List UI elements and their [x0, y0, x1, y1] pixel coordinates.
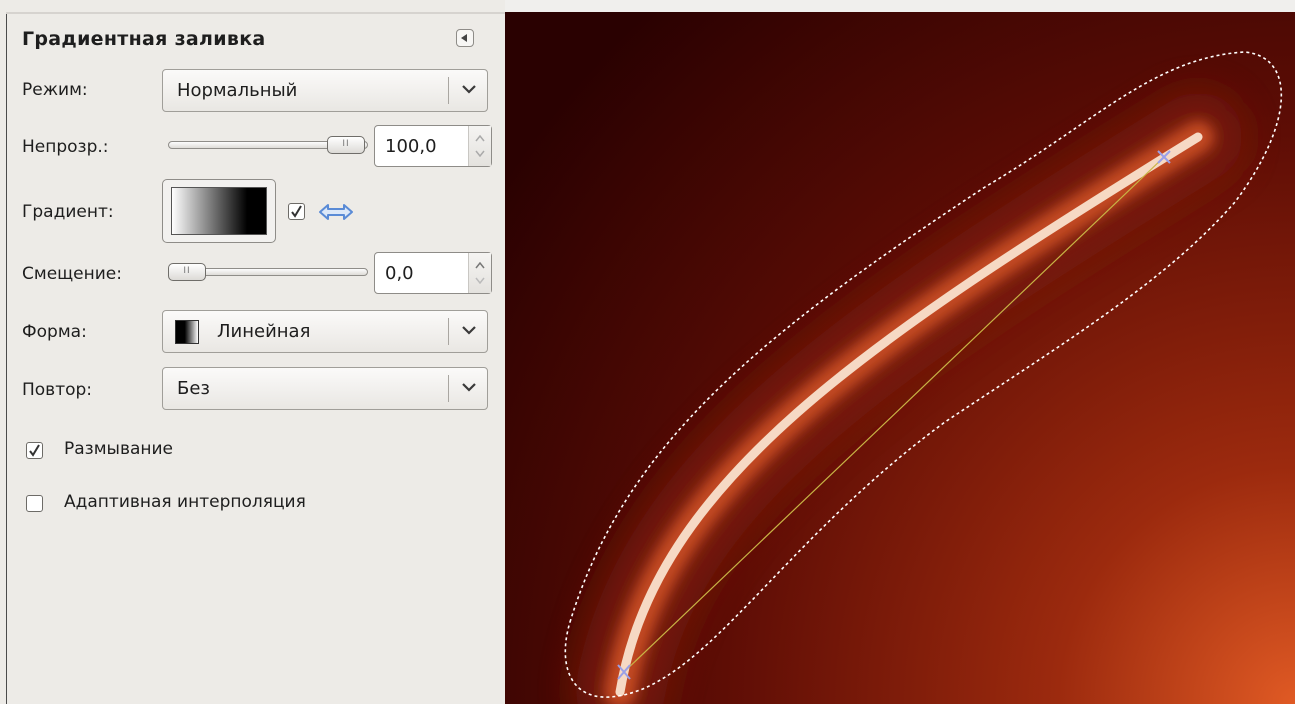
- canvas-top-strip: [505, 0, 1295, 12]
- spin-up-icon[interactable]: [475, 135, 485, 142]
- chevron-down-icon: [462, 85, 476, 94]
- offset-label: Смещение:: [22, 264, 122, 284]
- opacity-spinbutton[interactable]: 100,0: [374, 125, 492, 167]
- mode-value: Нормальный: [177, 80, 298, 101]
- image-canvas[interactable]: [505, 12, 1295, 704]
- dithering-label[interactable]: Размывание: [64, 439, 173, 459]
- chevron-down-icon: [462, 383, 476, 392]
- gradient-preview: [171, 187, 267, 235]
- check-icon: [291, 205, 302, 218]
- swap-arrows-icon[interactable]: [318, 202, 354, 222]
- dithering-checkbox[interactable]: [26, 442, 43, 459]
- combo-separator: [448, 375, 449, 402]
- gradient-selector-button[interactable]: [162, 179, 276, 243]
- chevron-down-icon: [462, 326, 476, 335]
- shape-value: Линейная: [217, 321, 311, 342]
- adaptive-supersampling-label[interactable]: Адаптивная интерполяция: [64, 492, 306, 512]
- spin-down-icon[interactable]: [475, 150, 485, 157]
- mode-combo[interactable]: Нормальный: [162, 69, 488, 112]
- opacity-slider-handle[interactable]: II: [327, 136, 365, 154]
- reverse-checkbox[interactable]: [288, 203, 305, 220]
- repeat-value: Без: [177, 378, 210, 399]
- panel-title: Градиентная заливка: [22, 28, 266, 50]
- tool-options-panel: Градиентная заливка Режим: Нормальный Не…: [0, 0, 505, 704]
- collapse-left-icon[interactable]: [456, 29, 474, 47]
- adaptive-supersampling-checkbox[interactable]: [26, 495, 43, 512]
- opacity-spin-buttons[interactable]: [468, 126, 491, 166]
- combo-separator: [448, 318, 449, 345]
- opacity-label: Непрозр.:: [22, 137, 109, 157]
- shape-combo[interactable]: Линейная: [162, 310, 488, 353]
- repeat-label: Повтор:: [22, 380, 93, 400]
- opacity-value: 100,0: [385, 136, 437, 157]
- spin-down-icon[interactable]: [475, 277, 485, 284]
- panel-top-divider: [6, 12, 505, 14]
- offset-slider-handle[interactable]: II: [168, 263, 206, 281]
- offset-spin-buttons[interactable]: [468, 253, 491, 293]
- combo-separator: [448, 77, 449, 104]
- mode-label: Режим:: [22, 80, 88, 100]
- gradient-label: Градиент:: [22, 202, 114, 222]
- offset-spinbutton[interactable]: 0,0: [374, 252, 492, 294]
- panel-left-border: [6, 14, 7, 704]
- canvas-image: [505, 12, 1295, 704]
- linear-shape-icon: [175, 320, 199, 344]
- shape-label: Форма:: [22, 322, 87, 342]
- repeat-combo[interactable]: Без: [162, 367, 488, 410]
- spin-up-icon[interactable]: [475, 262, 485, 269]
- offset-value: 0,0: [385, 263, 414, 284]
- check-icon: [29, 444, 40, 457]
